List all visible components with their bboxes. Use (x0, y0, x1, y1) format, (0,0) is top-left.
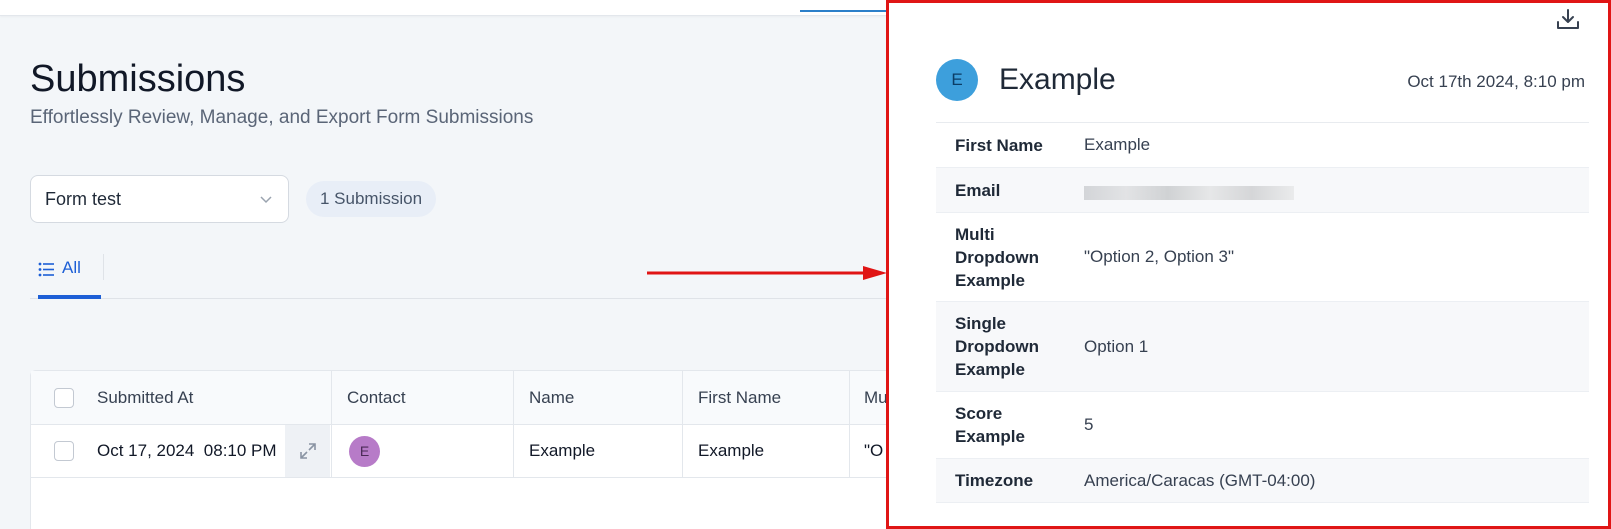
avatar[interactable]: E (349, 435, 380, 467)
submission-detail-panel: E Example Oct 17th 2024, 8:10 pm First N… (886, 0, 1611, 529)
avatar: E (936, 59, 978, 101)
field-value: Option 1 (1084, 336, 1149, 356)
tab-all[interactable]: All (38, 250, 101, 299)
field-label: First Name (955, 135, 1043, 155)
column-divider (849, 371, 850, 478)
field-row-multi-dropdown: Multi Dropdown Example "Option 2, Option… (936, 213, 1589, 302)
header-multi[interactable]: Mu (864, 371, 888, 424)
field-value: Example (1084, 135, 1151, 154)
field-label: Multi Dropdown Example (955, 224, 1040, 290)
row-select-cell (54, 425, 74, 477)
redacted-email (1084, 186, 1294, 200)
field-label: Score Example (955, 404, 1025, 446)
row-name: Example (529, 441, 596, 460)
column-divider (513, 371, 514, 478)
column-divider (682, 371, 683, 478)
download-icon[interactable] (1555, 7, 1581, 33)
field-row-single-dropdown: Single Dropdown Example Option 1 (936, 302, 1589, 392)
field-row-first-name: First Name Example (936, 123, 1589, 168)
submission-contact-name: Example (999, 63, 1116, 96)
annotation-arrow (647, 266, 887, 280)
form-select[interactable]: Form test (30, 175, 289, 223)
field-row-score: Score Example 5 (936, 392, 1589, 459)
row-multi: "O (864, 441, 884, 460)
row-submitted-at: Oct 17, 2024 08:10 PM (97, 441, 277, 460)
submission-fields: First Name Example Email Multi Dropdown … (936, 122, 1589, 503)
header-first-name[interactable]: First Name (698, 371, 781, 424)
row-checkbox[interactable] (54, 441, 74, 461)
page-title: Submissions (30, 58, 246, 100)
tab-all-label: All (62, 258, 81, 277)
page-subtitle: Effortlessly Review, Manage, and Export … (30, 107, 534, 128)
submissions-table: Submitted At Contact Name First Name Mu … (30, 370, 910, 529)
list-icon (38, 262, 54, 277)
form-select-value: Form test (45, 188, 122, 209)
select-all-checkbox[interactable] (54, 387, 74, 408)
chevron-down-icon (260, 196, 272, 204)
field-value: 5 (1084, 415, 1094, 434)
field-row-email: Email (936, 168, 1589, 213)
field-label: Email (955, 180, 1001, 200)
tab-divider (103, 254, 104, 280)
field-label: Timezone (955, 471, 1034, 490)
field-value: America/Caracas (GMT-04:00) (1084, 470, 1316, 490)
table-header: Submitted At Contact Name First Name Mu (31, 371, 909, 425)
submission-count-badge: 1 Submission (306, 181, 437, 217)
select-all-cell (54, 371, 74, 424)
table-row[interactable]: Oct 17, 2024 08:10 PM E Example Example … (31, 425, 909, 478)
expand-icon (299, 443, 316, 459)
header-name[interactable]: Name (529, 371, 574, 424)
column-divider (331, 371, 332, 478)
row-contact: E (349, 425, 380, 477)
top-tab-indicator (800, 10, 892, 12)
field-value: "Option 2, Option 3" (1084, 247, 1235, 266)
header-contact[interactable]: Contact (347, 371, 406, 424)
row-first-name: Example (698, 441, 765, 460)
header-submitted-at[interactable]: Submitted At (97, 371, 193, 424)
expand-row-button[interactable] (285, 425, 330, 477)
submission-date: Oct 17th 2024, 8:10 pm (1407, 72, 1585, 91)
field-label: Single Dropdown Example (955, 314, 1040, 379)
field-row-timezone: Timezone America/Caracas (GMT-04:00) (936, 459, 1589, 503)
